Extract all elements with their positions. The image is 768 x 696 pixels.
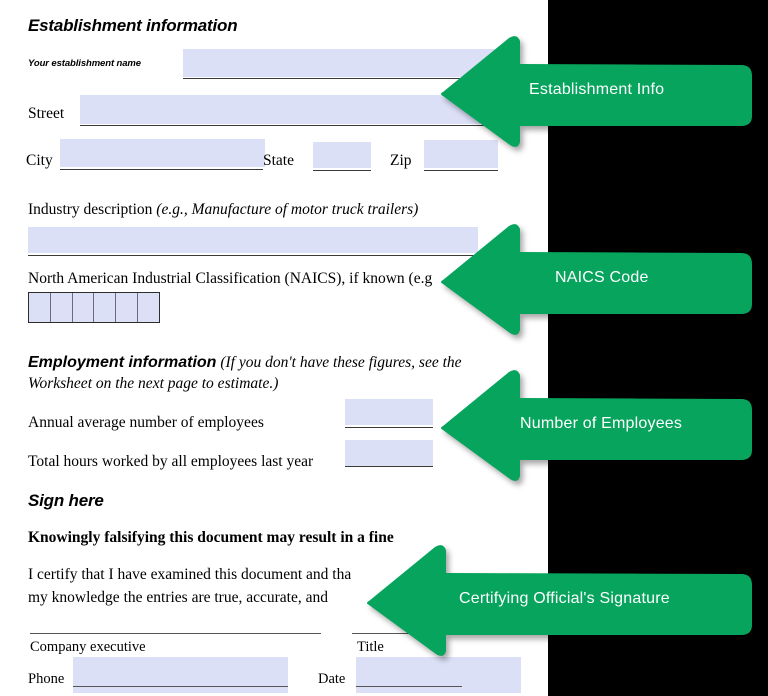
callout-naics-code[interactable]: NAICS Code — [441, 222, 753, 335]
section-heading-employment-text: Employment information — [28, 354, 217, 371]
input-industry-description[interactable] — [28, 227, 478, 253]
input-city[interactable] — [60, 139, 265, 167]
certification-body-line-1: I certify that I have examined this docu… — [28, 566, 352, 583]
screenshot-canvas: Establishment information Your establish… — [0, 0, 768, 696]
section-heading-sign-here: Sign here — [28, 491, 104, 510]
label-city: City — [26, 152, 53, 169]
callout-certifying-official-signature[interactable]: Certifying Official's Signature — [367, 543, 753, 656]
rule-company-executive — [30, 633, 321, 634]
label-annual-average-employees: Annual average number of employees — [28, 414, 264, 431]
input-street[interactable] — [80, 95, 480, 124]
label-industry-description-text: Industry description — [28, 201, 153, 218]
label-state: State — [263, 152, 294, 169]
label-street: Street — [28, 105, 65, 122]
label-total-hours-worked: Total hours worked by all employees last… — [28, 453, 314, 470]
naics-digit-cell[interactable] — [73, 293, 95, 322]
section-heading-establishment-information: Establishment information — [28, 16, 238, 35]
label-industry-description: Industry description (e.g., Manufacture … — [28, 199, 498, 220]
label-naics: North American Industrial Classification… — [28, 270, 433, 287]
naics-digit-cell[interactable] — [94, 293, 117, 322]
input-annual-average-employees[interactable] — [345, 399, 433, 425]
label-establishment-name: Your establishment name — [28, 58, 141, 69]
rule-annual-average-employees — [345, 427, 433, 428]
callout-number-of-employees[interactable]: Number of Employees — [441, 368, 753, 481]
callout-label-number-of-employees: Number of Employees — [520, 415, 683, 432]
callout-label-naics-code: NAICS Code — [555, 269, 649, 286]
rule-total-hours-worked — [345, 466, 433, 467]
rule-phone — [73, 686, 288, 687]
input-state[interactable] — [313, 142, 371, 168]
naics-digit-cell[interactable] — [51, 293, 73, 322]
label-zip: Zip — [390, 152, 412, 169]
rule-state — [313, 170, 371, 171]
input-phone[interactable] — [73, 657, 288, 693]
certification-warning: Knowingly falsifying this document may r… — [28, 529, 394, 546]
rule-date — [356, 686, 462, 687]
naics-digit-cell[interactable] — [138, 293, 159, 322]
certification-body-line-2: my knowledge the entries are true, accur… — [28, 589, 328, 606]
label-industry-description-example: (e.g., Manufacture of motor truck traile… — [156, 201, 419, 218]
label-phone: Phone — [28, 671, 65, 687]
naics-digit-cell[interactable] — [29, 293, 51, 322]
naics-digit-cell[interactable] — [116, 293, 139, 322]
rule-city — [60, 169, 263, 170]
callout-label-establishment-info: Establishment Info — [529, 81, 665, 98]
label-date: Date — [318, 671, 346, 687]
callout-establishment-info[interactable]: Establishment Info — [441, 34, 753, 147]
callout-label-certifying-official-signature: Certifying Official's Signature — [459, 590, 670, 607]
rule-zip — [424, 170, 498, 171]
section-heading-employment-information: Employment information (If you don't hav… — [28, 352, 483, 394]
label-company-executive: Company executive — [30, 639, 146, 655]
input-total-hours-worked[interactable] — [345, 440, 433, 466]
input-naics-code-boxes[interactable] — [28, 292, 160, 323]
input-date[interactable] — [356, 657, 521, 693]
